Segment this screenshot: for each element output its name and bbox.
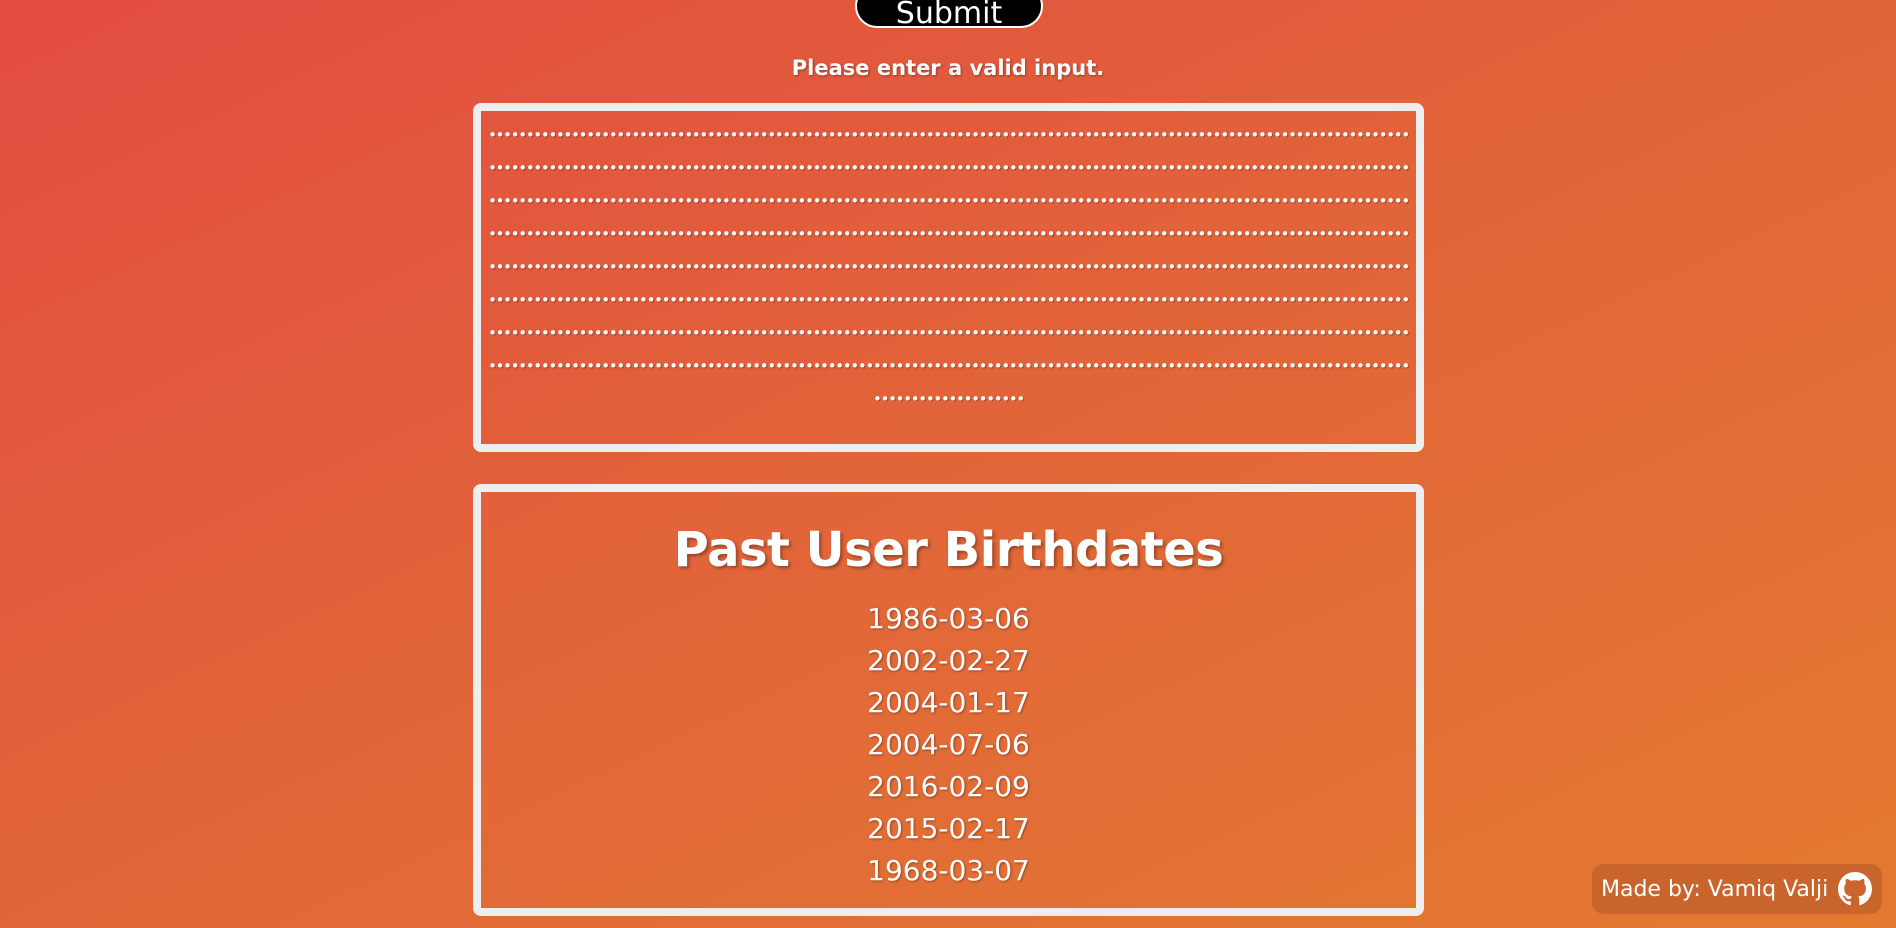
list-item: 2004-01-17 bbox=[867, 686, 1030, 719]
author-credit-link[interactable]: Made by: Vamiq Valji bbox=[1592, 864, 1882, 914]
list-item: 1986-03-06 bbox=[867, 602, 1030, 635]
masked-password-text: ••••••••••••••••••••••••••••••••••••••••… bbox=[488, 126, 1410, 408]
birthdate-history-panel: Past User Birthdates 1986-03-06 2002-02-… bbox=[473, 484, 1424, 916]
submit-button[interactable]: Submit bbox=[855, 0, 1043, 31]
history-title: Past User Birthdates bbox=[673, 522, 1224, 578]
credit-text: Made by: Vamiq Valji bbox=[1601, 876, 1829, 902]
password-display-box: ••••••••••••••••••••••••••••••••••••••••… bbox=[473, 103, 1424, 452]
list-item: 2002-02-27 bbox=[867, 644, 1030, 677]
github-icon bbox=[1838, 872, 1873, 906]
birthdate-list: 1986-03-06 2002-02-27 2004-01-17 2004-07… bbox=[481, 598, 1416, 892]
list-item: 2016-02-09 bbox=[867, 770, 1030, 803]
error-message: Please enter a valid input. bbox=[791, 56, 1105, 80]
list-item: 2004-07-06 bbox=[867, 728, 1030, 761]
list-item: 1968-03-07 bbox=[867, 854, 1030, 887]
list-item: 2015-02-17 bbox=[867, 812, 1030, 845]
